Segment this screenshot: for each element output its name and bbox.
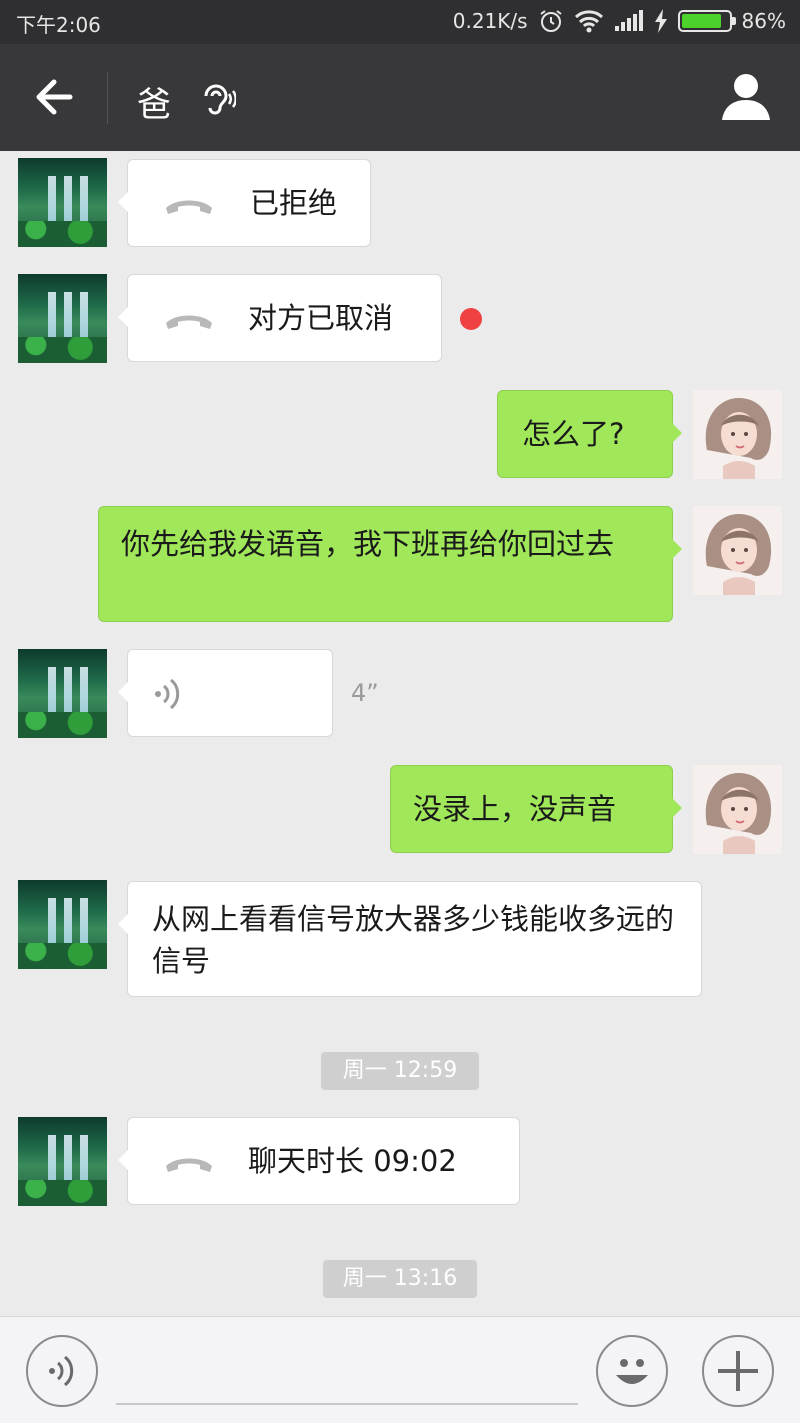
- timestamp: 周一 12:59: [321, 1052, 479, 1090]
- message-text: 从网上看看信号放大器多少钱能收多远的信号: [152, 902, 675, 978]
- contact-avatar[interactable]: [18, 880, 107, 969]
- contact-avatar[interactable]: [18, 274, 107, 363]
- voice-wave-icon: [49, 1355, 74, 1387]
- call-status-bubble[interactable]: 对方已取消: [118, 274, 442, 362]
- contact-avatar[interactable]: [18, 649, 107, 738]
- phone-icon: [166, 315, 212, 329]
- contact-avatar[interactable]: [18, 1117, 107, 1206]
- my-avatar[interactable]: [693, 506, 782, 595]
- girl-portrait: [705, 514, 772, 595]
- wifi-icon: [574, 10, 603, 33]
- sent-message-bubble[interactable]: 你先给我发语音，我下班再给你回过去: [98, 506, 682, 622]
- status-bar: 下午2:06 0.21K/s 86%: [0, 0, 800, 44]
- call-status-text: 已拒绝: [250, 186, 338, 220]
- more-button[interactable]: [702, 1335, 774, 1407]
- back-arrow-icon[interactable]: [30, 74, 80, 120]
- message-text: 你先给我发语音，我下班再给你回过去: [121, 527, 615, 561]
- call-status-bubble[interactable]: 已拒绝: [118, 159, 371, 247]
- status-right: 0.21K/s 86%: [453, 8, 786, 34]
- header-divider: [107, 72, 108, 124]
- girl-portrait: [705, 773, 772, 854]
- chat-title: 爸: [137, 85, 171, 125]
- voice-wave-icon: [155, 678, 180, 710]
- received-message-bubble[interactable]: 从网上看看信号放大器多少钱能收多远的信号: [118, 881, 702, 997]
- my-avatar[interactable]: [693, 765, 782, 854]
- input-bar: [0, 1316, 800, 1423]
- person-icon[interactable]: [720, 70, 772, 122]
- message-text: 没录上，没声音: [413, 792, 617, 826]
- voice-duration: 4”: [351, 679, 379, 707]
- emoji-button[interactable]: [596, 1335, 668, 1407]
- status-time: 下午2:06: [16, 13, 101, 37]
- plus-icon: [718, 1351, 758, 1391]
- smiley-icon: [616, 1359, 648, 1384]
- net-speed: 0.21K/s: [452, 9, 528, 33]
- signal-icon: [614, 10, 643, 31]
- contact-avatar[interactable]: [18, 158, 107, 247]
- chat-header: 爸: [0, 44, 800, 151]
- sent-message-bubble[interactable]: 怎么了?: [497, 390, 682, 478]
- voice-input-button[interactable]: [26, 1335, 98, 1407]
- phone-icon: [166, 1158, 212, 1172]
- timestamp: 周一 13:16: [323, 1260, 477, 1298]
- unread-dot: [460, 308, 482, 330]
- my-avatar[interactable]: [693, 390, 782, 479]
- alarm-icon: [539, 10, 562, 32]
- message-text: 怎么了?: [522, 417, 625, 451]
- charging-icon: [654, 9, 667, 33]
- voice-message-bubble[interactable]: [118, 649, 333, 737]
- phone-icon: [166, 200, 212, 214]
- girl-portrait: [705, 398, 772, 479]
- battery-icon: [677, 10, 736, 32]
- call-status-text: 对方已取消: [248, 301, 394, 335]
- call-status-text: 聊天时长 09:02: [248, 1144, 457, 1178]
- battery-percent: 86%: [741, 9, 786, 33]
- ear-icon: [204, 84, 236, 115]
- call-status-bubble[interactable]: 聊天时长 09:02: [118, 1117, 520, 1205]
- message-input[interactable]: [116, 1403, 578, 1405]
- sent-message-bubble[interactable]: 没录上，没声音: [390, 765, 682, 853]
